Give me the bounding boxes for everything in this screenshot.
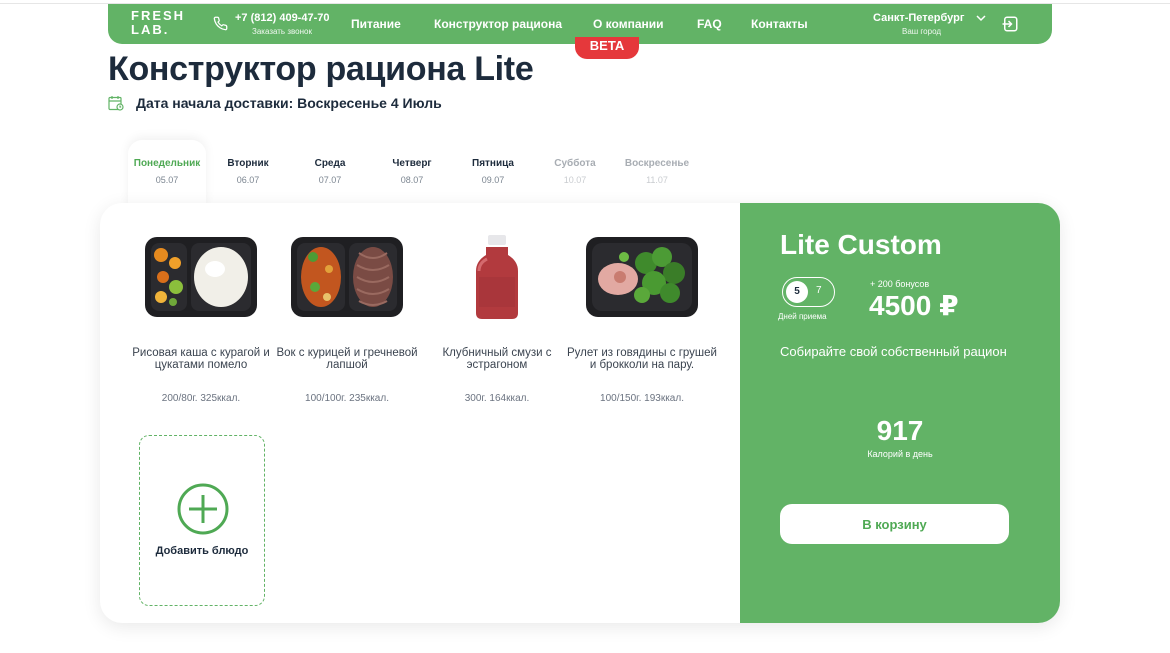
day-date: 09.07 <box>481 175 505 185</box>
tab-wednesday[interactable]: Среда 07.07 <box>290 158 370 185</box>
city-selector[interactable]: Санкт-Петербург <box>873 12 964 24</box>
login-icon[interactable] <box>1001 15 1019 33</box>
tab-friday[interactable]: Пятница 09.07 <box>453 158 533 185</box>
tab-sunday: Воскресенье 11.07 <box>617 158 697 185</box>
dish-weight-calories: 100/150г. 193ккал. <box>600 393 684 404</box>
nav-constructor[interactable]: Конструктор рациона <box>434 17 562 31</box>
day-name: Понедельник <box>133 158 201 169</box>
plus-circle-icon <box>177 483 229 535</box>
day-name: Четверг <box>392 158 432 169</box>
smoothie-bottle-icon <box>476 235 518 319</box>
day-name: Суббота <box>554 158 596 169</box>
beef-roll-broccoli-container-icon <box>586 237 698 317</box>
tab-monday[interactable]: Понедельник 05.07 <box>127 158 207 185</box>
calories-caption: Калорий в день <box>867 449 933 459</box>
plan-title: Lite Custom <box>780 229 942 260</box>
calories-value: 917 <box>876 415 924 446</box>
dish-card[interactable]: Клубничный смузи с эстрагоном 300г. 164к… <box>422 233 572 404</box>
plan-description: Собирайте свой собственный рацион <box>780 344 1007 359</box>
page-title: Конструктор рациона Lite <box>108 50 534 88</box>
dish-card[interactable]: Рисовая каша с курагой и цукатами помело… <box>126 233 276 404</box>
dish-card[interactable]: Вок с курицей и гречневой лапшой 100/100… <box>272 233 422 404</box>
day-date: 05.07 <box>155 175 179 185</box>
day-name: Пятница <box>472 158 514 169</box>
constructor-card: Рисовая каша с курагой и цукатами помело… <box>100 203 1060 623</box>
calendar-icon <box>108 96 124 111</box>
add-to-cart-button[interactable]: В корзину <box>780 504 1009 544</box>
day-date: 06.07 <box>236 175 260 185</box>
days-selected: 5 <box>786 281 808 303</box>
rice-porridge-container-icon <box>145 237 257 317</box>
dish-name: Рисовая каша с курагой и цукатами помело <box>132 347 270 371</box>
nav-contacts[interactable]: Контакты <box>751 17 808 31</box>
tab-saturday: Суббота 10.07 <box>535 158 615 185</box>
day-date: 10.07 <box>563 175 587 185</box>
day-name: Вторник <box>227 158 269 169</box>
price: 4500 ₽ <box>869 290 959 321</box>
tab-thursday[interactable]: Четверг 08.07 <box>372 158 452 185</box>
day-date: 08.07 <box>400 175 424 185</box>
dish-weight-calories: 200/80г. 325ккал. <box>161 393 241 404</box>
nav-faq[interactable]: FAQ <box>697 17 722 31</box>
day-date: 11.07 <box>646 175 668 185</box>
nav-nutrition[interactable]: Питание <box>351 17 401 31</box>
add-dish-label: Добавить блюдо <box>155 545 249 557</box>
day-name: Среда <box>314 158 346 169</box>
city-caption: Ваш город <box>902 27 942 36</box>
day-name: Воскресенье <box>624 158 690 169</box>
dish-weight-calories: 100/100г. 235ккал. <box>305 393 389 404</box>
callback-link[interactable]: Заказать звонок <box>252 27 312 36</box>
days-toggle[interactable]: 5 7 <box>782 277 835 307</box>
dish-card[interactable]: Рулет из говядины с грушей и брокколи на… <box>567 233 717 404</box>
delivery-date: Дата начала доставки: Воскресенье 4 Июль <box>136 95 442 111</box>
dish-name: Клубничный смузи с эстрагоном <box>442 347 552 371</box>
dish-name: Вок с курицей и гречневой лапшой <box>276 347 418 371</box>
days-alternative[interactable]: 7 <box>816 285 822 296</box>
chevron-down-icon[interactable] <box>976 14 986 22</box>
phone-number[interactable]: +7 (812) 409-47-70 <box>235 12 329 24</box>
dish-weight-calories: 300г. 164ккал. <box>464 393 530 404</box>
nav-about[interactable]: О компании <box>593 17 664 31</box>
add-dish-button[interactable]: Добавить блюдо <box>139 435 265 606</box>
day-date: 07.07 <box>318 175 342 185</box>
wok-noodles-container-icon <box>291 237 403 317</box>
bonus-text: + 200 бонусов <box>870 279 930 289</box>
logo[interactable]: FRESH LAB. <box>131 9 191 37</box>
beta-badge: BETA <box>575 37 639 59</box>
dish-name: Рулет из говядины с грушей и брокколи на… <box>567 347 717 371</box>
summary-panel: Lite Custom 5 7 Дней приема + 200 бонусо… <box>740 203 1060 623</box>
days-caption: Дней приема <box>778 312 827 321</box>
tab-tuesday[interactable]: Вторник 06.07 <box>208 158 288 185</box>
phone-icon <box>213 16 228 31</box>
